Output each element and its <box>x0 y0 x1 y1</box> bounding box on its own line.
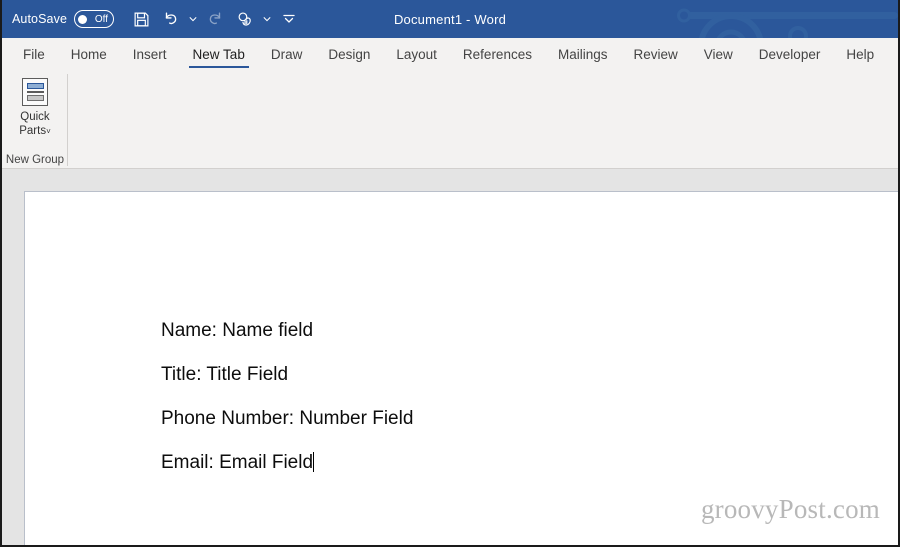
ribbon-content: Quick Parts˅ New Group <box>2 70 898 168</box>
titlebar-decoration <box>677 8 898 38</box>
text-cursor <box>313 452 315 472</box>
quick-parts-label-line2: Parts <box>19 125 47 137</box>
quick-parts-button[interactable]: Quick Parts˅ <box>4 74 66 139</box>
chevron-down-icon[interactable]: ˅ <box>46 127 51 136</box>
redo-icon[interactable] <box>200 5 230 33</box>
tab-review[interactable]: Review <box>621 38 691 70</box>
tab-draw[interactable]: Draw <box>258 38 316 70</box>
document-text-body[interactable]: Name: Name field Title: Title Field Phon… <box>25 192 898 496</box>
touch-mode-caret[interactable] <box>260 5 274 33</box>
ribbon-tab-strip: File Home Insert New Tab Draw Design Lay… <box>2 38 898 70</box>
touch-mode-icon[interactable] <box>230 5 260 33</box>
document-line: Name: Name field <box>161 320 314 341</box>
document-line: Phone Number: Number Field <box>161 408 414 429</box>
tab-developer[interactable]: Developer <box>746 38 834 70</box>
document-line: Title: Title Field <box>161 364 289 385</box>
quick-parts-icon-gray-bar <box>26 95 44 102</box>
tab-layout[interactable]: Layout <box>383 38 450 70</box>
quick-parts-label: Quick Parts˅ <box>19 110 51 139</box>
tab-home[interactable]: Home <box>58 38 120 70</box>
ribbon-group-divider <box>67 74 68 166</box>
tab-insert[interactable]: Insert <box>120 38 180 70</box>
autosave-control[interactable]: AutoSave Off <box>12 10 115 28</box>
quick-parts-label-line1: Quick <box>20 111 50 123</box>
tab-references[interactable]: References <box>450 38 545 70</box>
tab-file[interactable]: File <box>10 38 58 70</box>
watermark: groovyPost.com <box>700 494 880 524</box>
tab-new-tab[interactable]: New Tab <box>180 38 258 70</box>
autosave-toggle[interactable]: Off <box>74 10 115 28</box>
quick-access-toolbar: AutoSave Off <box>2 5 304 33</box>
document-page[interactable]: Name: Name field Title: Title Field Phon… <box>24 191 898 545</box>
save-icon[interactable] <box>126 5 156 33</box>
ribbon-group-title: New Group <box>5 154 65 166</box>
title-bar: AutoSave Off Document1 - Word <box>2 0 898 38</box>
tab-mailings[interactable]: Mailings <box>545 38 621 70</box>
undo-dropdown-caret[interactable] <box>186 5 200 33</box>
autosave-toggle-knob <box>78 14 88 24</box>
ribbon-group-new-group: Quick Parts˅ New Group <box>2 70 68 168</box>
autosave-label: AutoSave <box>12 12 68 26</box>
quick-parts-icon-blue-bar <box>26 82 44 89</box>
customize-toolbar-icon[interactable] <box>274 5 304 33</box>
tab-view[interactable]: View <box>691 38 746 70</box>
tab-design[interactable]: Design <box>315 38 383 70</box>
quick-parts-icon-line <box>26 91 44 93</box>
document-workspace: Name: Name field Title: Title Field Phon… <box>2 169 898 545</box>
window-title: Document1 - Word <box>393 11 507 27</box>
quick-parts-icon <box>22 78 48 106</box>
undo-icon[interactable] <box>156 5 186 33</box>
autosave-toggle-state: Off <box>94 13 109 25</box>
document-line: Email: Email Field <box>161 452 314 473</box>
tab-help[interactable]: Help <box>833 38 887 70</box>
word-application-window: AutoSave Off Document1 - Word File Home … <box>0 0 900 547</box>
